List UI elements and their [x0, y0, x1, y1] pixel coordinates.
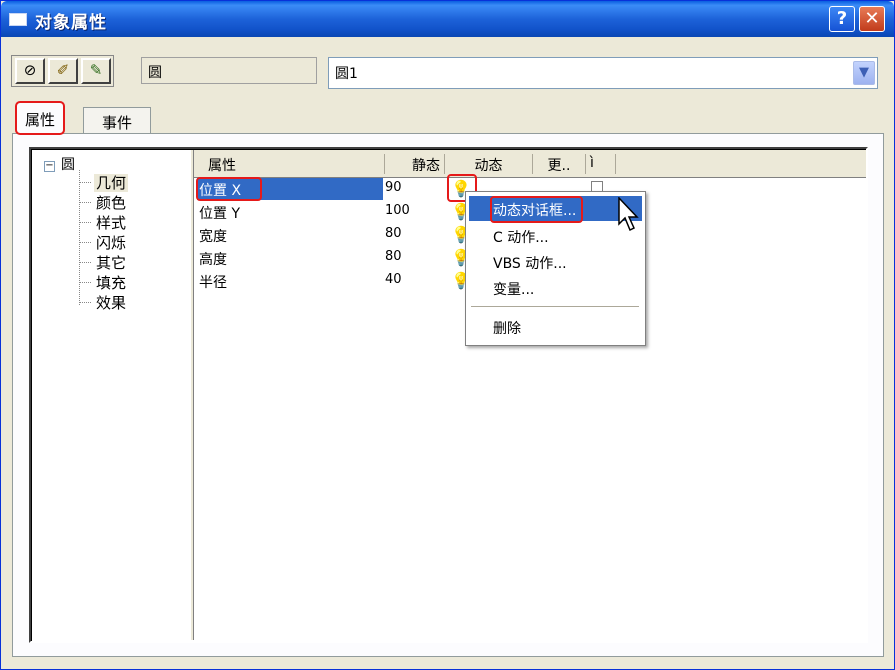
help-button[interactable]: ? [829, 6, 855, 32]
object-name-combo[interactable]: 圆1 ▼ [328, 57, 878, 89]
grid-header: 属性 静态 动态 更.. ì [194, 150, 866, 178]
object-type-field: 圆 [141, 57, 317, 84]
tree-item-style[interactable]: 样式 [80, 212, 128, 232]
tree-item-flash[interactable]: 闪烁 [80, 232, 128, 252]
pen-icon[interactable]: ✐ [48, 58, 78, 84]
tab-events[interactable]: 事件 [83, 107, 151, 135]
object-properties-window: 对象属性 ? ✕ ⊘ ✐ ✎ 圆 圆1 ▼ 属性 事件 −圆 几何 颜色 样式 [0, 0, 895, 670]
property-name[interactable]: 高度 [197, 247, 383, 269]
tree-item-fill[interactable]: 填充 [80, 272, 128, 292]
property-name[interactable]: 半径 [197, 270, 383, 292]
tree-item-color[interactable]: 颜色 [80, 192, 128, 212]
menu-item-delete[interactable]: 删除 [469, 314, 642, 339]
pen-check-icon[interactable]: ✎ [81, 58, 111, 84]
header-dynamic[interactable]: 动态 [445, 154, 533, 174]
title-bar[interactable]: 对象属性 ? ✕ [1, 1, 894, 37]
mouse-cursor-icon [618, 197, 639, 232]
highlight-box [490, 196, 583, 223]
close-button[interactable]: ✕ [859, 6, 885, 32]
menu-item-tag[interactable]: 变量... [469, 275, 642, 300]
chevron-down-icon[interactable]: ▼ [853, 61, 875, 85]
tree-root[interactable]: − 圆 [44, 154, 75, 174]
property-static[interactable]: 80 [385, 226, 435, 241]
property-static[interactable]: 100 [385, 203, 435, 218]
pin-icon[interactable]: ⊘ [15, 58, 45, 84]
property-static[interactable]: 80 [385, 249, 435, 264]
tree-item-effect[interactable]: 效果 [80, 292, 128, 312]
header-indirect[interactable]: ì [586, 154, 616, 174]
window-title: 对象属性 [35, 13, 107, 33]
window-icon [9, 13, 27, 26]
properties-panel: − 圆 几何 颜色 样式 闪烁 其它 填充 效果 属性 静态 动态 更.. ì … [12, 133, 884, 657]
menu-item-vbs-action[interactable]: VBS 动作... [469, 249, 642, 274]
property-static[interactable]: 90 [385, 180, 435, 195]
header-property[interactable]: 属性 [202, 154, 385, 174]
category-tree: − 圆 几何 颜色 样式 闪烁 其它 填充 效果 [32, 150, 190, 640]
property-name[interactable]: 宽度 [197, 224, 383, 246]
collapse-icon[interactable]: − [44, 161, 55, 172]
property-static[interactable]: 40 [385, 272, 435, 287]
menu-separator [471, 306, 639, 308]
header-static[interactable]: 静态 [385, 154, 445, 174]
tree-item-geometry[interactable]: 几何 [80, 172, 129, 192]
menu-item-c-action[interactable]: C 动作... [469, 223, 642, 248]
header-update[interactable]: 更.. [533, 154, 586, 174]
tree-item-other[interactable]: 其它 [80, 252, 128, 272]
tab-properties[interactable]: 属性 [15, 101, 66, 135]
highlight-box [196, 177, 262, 201]
object-name-value: 圆1 [335, 66, 358, 82]
toolbar: ⊘ ✐ ✎ [11, 55, 114, 87]
property-name[interactable]: 位置 Y [197, 201, 383, 223]
properties-frame: − 圆 几何 颜色 样式 闪烁 其它 填充 效果 属性 静态 动态 更.. ì … [29, 147, 868, 643]
